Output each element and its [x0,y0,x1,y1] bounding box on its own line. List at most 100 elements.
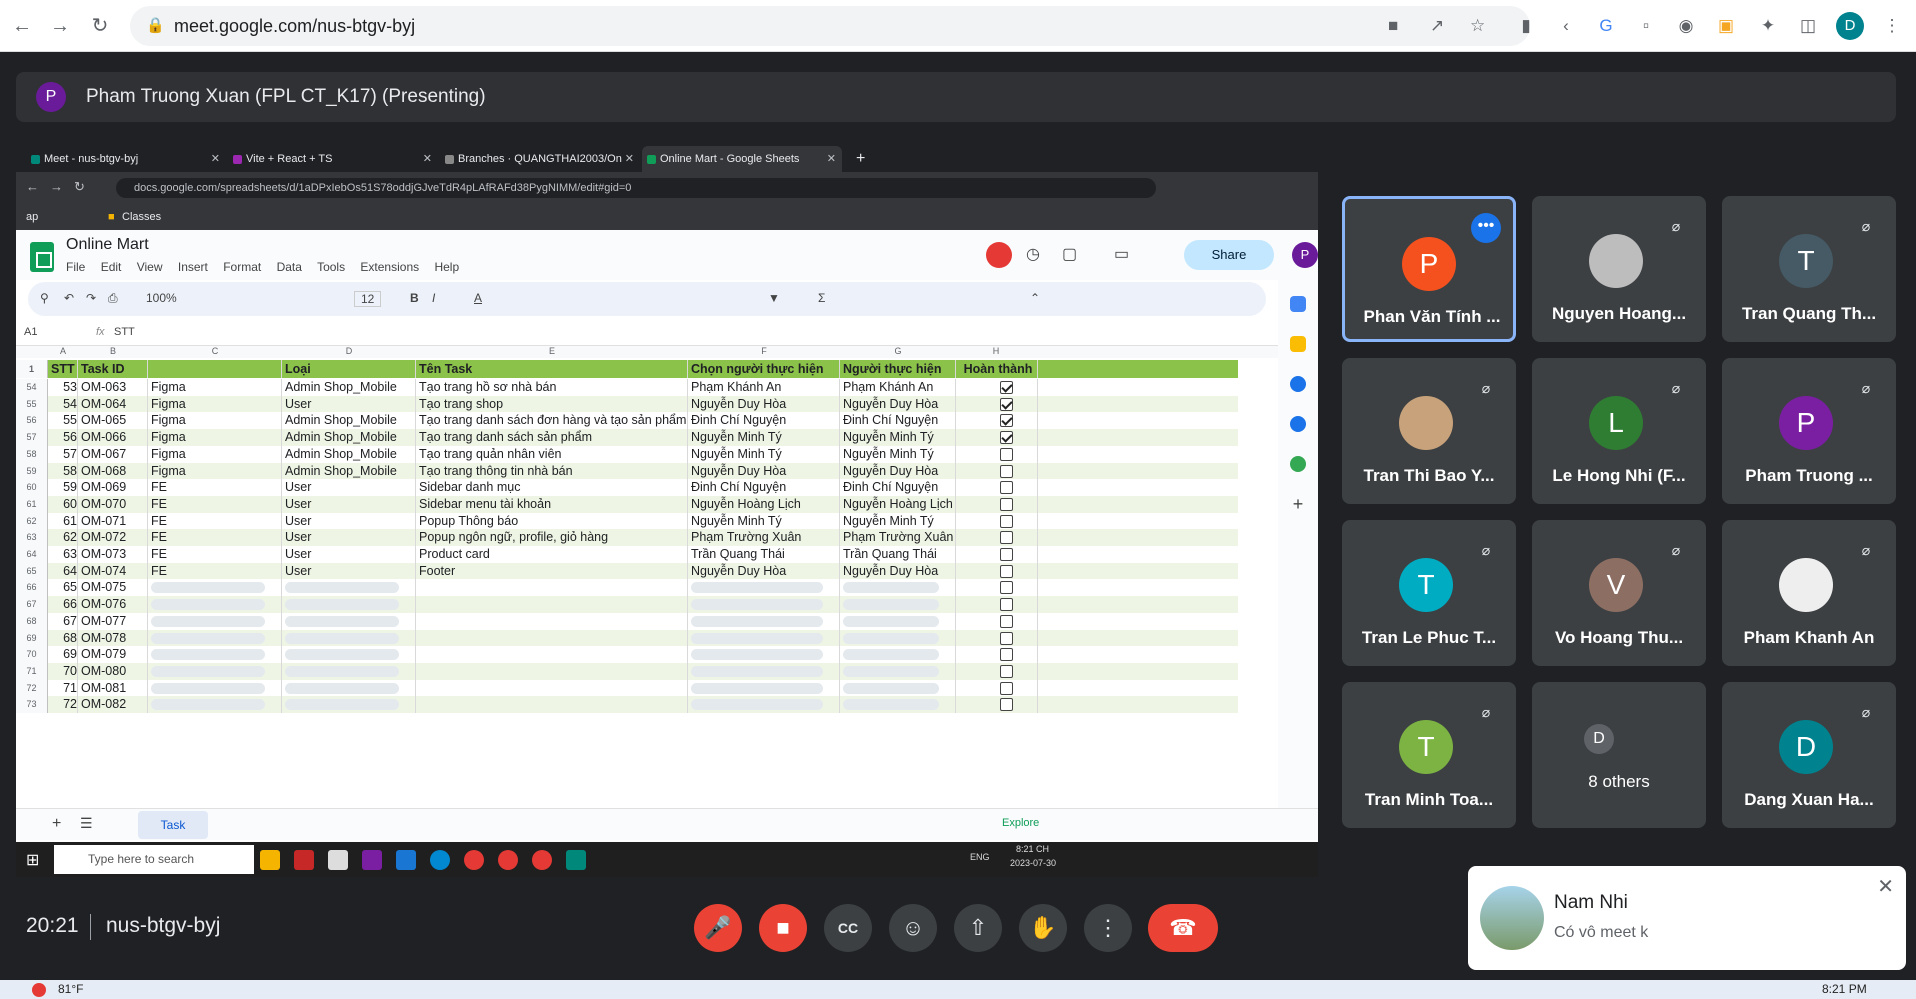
participant-tile[interactable]: P Phan Văn Tính ... ••• [1342,196,1516,342]
mic-muted-icon: ⌀ [1861,380,1871,396]
table-cell-loai: Admin Shop_Mobile [282,445,416,463]
table-cell-c [148,612,282,630]
all-sheets-icon: ☰ [80,815,93,831]
taskbar-time: 8:21 CH [1016,844,1050,854]
close-icon: ✕ [624,153,634,165]
table-cell-id: OM-082 [78,696,148,714]
calendar-icon [1290,296,1306,312]
menu-view: View [136,260,163,274]
extension-icon[interactable]: ▣ [1714,14,1738,38]
kebab-menu-icon[interactable]: ⋮ [1880,14,1904,38]
table-cell-stt: 58 [48,462,78,480]
more-options-icon[interactable]: ••• [1471,213,1501,243]
participant-tile[interactable]: T Tran Minh Toa... ⌀ [1342,682,1516,828]
back-icon[interactable]: ← [8,12,36,40]
present-button[interactable]: ⇧ [954,904,1002,952]
header-cell: Chọn người thực hiện [688,360,840,378]
participant-tile[interactable]: P Pham Truong ... ⌀ [1722,358,1896,504]
empty-dropdown-chip [151,665,265,677]
bookmark-star-icon[interactable]: ☆ [1470,16,1485,36]
table-cell-loai: User [282,495,416,513]
table-cell-chon: Nguyễn Duy Hòa [688,562,840,580]
leave-call-button[interactable]: ☎ [1148,904,1218,952]
table-cell-chon: Nguyễn Hoàng Lịch [688,495,840,513]
undo-icon: ↶ [64,291,75,305]
share-page-icon[interactable]: ↗ [1430,16,1444,36]
raise-hand-button[interactable]: ✋ [1019,904,1067,952]
table-cell-stt: 56 [48,429,78,447]
row-number: 62 [16,512,48,530]
emoji-button[interactable]: ☺ [889,904,937,952]
participant-tile[interactable]: T Tran Le Phuc T... ⌀ [1342,520,1516,666]
table-cell-done [956,395,1038,413]
app-icon [566,850,586,870]
close-icon[interactable]: ✕ [1877,874,1894,899]
captions-icon: CC [837,920,859,936]
table-cell-c: FE [148,479,282,497]
chevron-left-icon[interactable]: ‹ [1554,14,1578,38]
add-sheet-icon: + [52,815,62,832]
table-cell-nguoi: Nguyễn Duy Hòa [840,395,956,413]
table-cell-id: OM-079 [78,646,148,664]
chat-notification[interactable]: Nam Nhi Có vô meet k ✕ [1468,866,1906,970]
table-cell-task [416,646,688,664]
table-cell-task [416,579,688,597]
table-cell-c [148,679,282,697]
table-cell-stt: 72 [48,696,78,714]
table-row: 69 68 OM-078 [16,629,1238,647]
participant-tile[interactable]: Pham Khanh An ⌀ [1722,520,1896,666]
search-icon: ⚲ [40,291,49,305]
empty-dropdown-chip [843,632,939,644]
chrome-icon [532,850,552,870]
participant-name: 8 others [1588,772,1650,791]
taskbar-lang: ENG [970,852,990,862]
table-cell-nguoi: Nguyễn Minh Tý [840,445,956,463]
participant-avatar [1589,234,1643,288]
lock-icon: 🔒 [146,17,165,34]
extension-icon[interactable]: ▫ [1634,14,1658,38]
address-bar[interactable]: 🔒 meet.google.com/nus-btgv-byj ■ ↗ ☆ [130,6,1530,46]
table-cell-c: Figma [148,395,282,413]
table-cell-id: OM-070 [78,495,148,513]
participant-tile[interactable]: L Le Hong Nhi (F... ⌀ [1532,358,1706,504]
side-panel-icon[interactable]: ◫ [1796,14,1820,38]
print-icon: ⎙ [108,291,118,305]
table-cell-chon [688,579,840,597]
participant-tile[interactable]: Nguyen Hoang... ⌀ [1532,196,1706,342]
participant-tile[interactable]: T Tran Quang Th... ⌀ [1722,196,1896,342]
puzzle-icon[interactable]: ✦ [1756,14,1780,38]
table-cell-done [956,696,1038,714]
fx-icon: fx [96,326,105,338]
participant-tile[interactable]: D Dang Xuan Ha... ⌀ [1722,682,1896,828]
table-cell-c: Figma [148,445,282,463]
table-cell-done [956,445,1038,463]
participant-name: Pham Khanh An [1743,628,1875,647]
table-cell-chon: Trần Quang Thái [688,546,840,563]
extension-icon[interactable]: ◉ [1674,14,1698,38]
camera-icon[interactable]: ■ [1388,16,1398,36]
mic-muted-icon: ⌀ [1671,380,1681,396]
profile-avatar[interactable]: D [1836,12,1864,40]
reload-icon[interactable]: ↻ [86,12,114,40]
forward-icon[interactable]: → [46,12,74,40]
camera-off-button[interactable]: ■ [759,904,807,952]
shared-browser-tabs: Meet - nus-btgv-byj ✕ Vite + React + TS ✕ … [16,142,1318,172]
table-cell-id: OM-064 [78,395,148,413]
column-headers: A B C D E F G H [16,346,1278,358]
translate-icon[interactable]: G [1594,14,1618,38]
participant-tile[interactable]: V Vo Hoang Thu... ⌀ [1532,520,1706,666]
table-cell-loai [282,646,416,664]
participant-tile[interactable]: D 8 others [1532,682,1706,828]
table-cell-nguoi: Nguyễn Hoàng Lịch [840,495,956,513]
table-cell-done [956,479,1038,497]
mic-off-button[interactable]: 🎤 [694,904,742,952]
meeting-code: nus-btgv-byj [106,914,221,937]
table-cell-stt: 63 [48,546,78,563]
table-cell-loai: Admin Shop_Mobile [282,429,416,447]
captions-button[interactable]: CC [824,904,872,952]
more-options-button[interactable]: ⋮ [1084,904,1132,952]
shared-tab: Vite + React + TS ✕ [228,146,438,172]
participant-tile[interactable]: Tran Thi Bao Y... ⌀ [1342,358,1516,504]
meet-icon [31,155,40,164]
extension-icon[interactable]: ▮ [1514,14,1538,38]
